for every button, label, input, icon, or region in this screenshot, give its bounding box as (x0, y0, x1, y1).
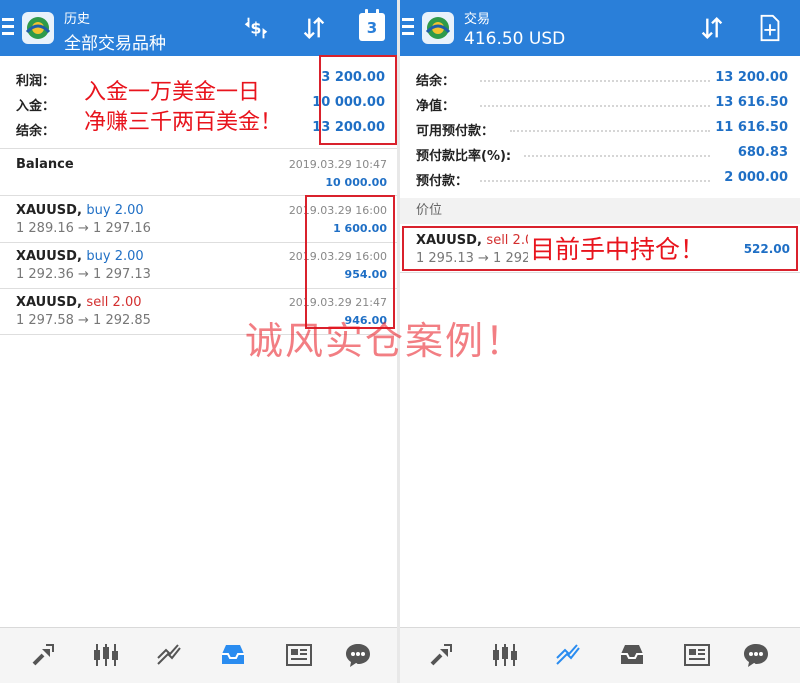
account-row: 预付款： 2 000.00 (400, 166, 800, 190)
account-row: 可用预付款： 11 616.50 (400, 116, 800, 140)
app-logo-icon (22, 12, 54, 44)
divider (400, 272, 800, 273)
dotted-leader (480, 180, 710, 182)
account-label: 净值： (416, 99, 456, 114)
annotation-text: 净赚三千两百美金！ (84, 110, 283, 135)
deal-symbol: XAUUSD, buy 2.00 (16, 249, 144, 264)
deal-prices: 1 297.58 → 1 292.85 (16, 313, 151, 328)
account-label: 可用预付款： (416, 124, 495, 139)
summary-label: 结余： (16, 124, 56, 139)
trade-icon[interactable] (154, 640, 184, 670)
account-value: 680.83 (737, 145, 788, 160)
menu-icon[interactable] (402, 18, 416, 36)
dotted-leader (480, 105, 710, 107)
sort-icon[interactable] (696, 12, 728, 44)
deal-prices: 1 289.16 → 1 297.16 (16, 221, 151, 236)
quotes-icon[interactable] (28, 640, 58, 670)
news-icon[interactable] (284, 640, 314, 670)
account-value: 11 616.50 (715, 120, 788, 135)
chart-icon[interactable] (490, 640, 520, 670)
dotted-leader (510, 130, 710, 132)
history-icon[interactable] (218, 640, 248, 670)
deal-time: 2019.03.29 10:47 (288, 158, 387, 171)
deal-amount: 10 000.00 (325, 176, 387, 189)
news-icon[interactable] (682, 640, 712, 670)
dotted-leader (480, 80, 710, 82)
highlight-box-summary (319, 55, 397, 145)
annotation-text: 入金一万美金一日 (84, 80, 261, 105)
annotation-text: 目前手中持仓！ (528, 230, 708, 266)
watermark-text: 诚风实仓案例！ (245, 319, 526, 363)
currency-exchange-icon[interactable]: $ (240, 12, 272, 44)
history-header: 历史 全部交易品种 $ 3 (0, 0, 397, 56)
header-title: 历史 (64, 12, 91, 27)
deal-side: sell 2.00 (86, 295, 142, 310)
divider (0, 148, 397, 149)
account-label: 结余： (416, 74, 456, 89)
account-row: 净值： 13 616.50 (400, 91, 800, 115)
quotes-icon[interactable] (426, 640, 456, 670)
menu-icon[interactable] (2, 18, 16, 36)
deal-symbol: XAUUSD, buy 2.00 (16, 203, 144, 218)
summary-label: 入金： (16, 99, 56, 114)
account-row: 预付款比率(%): 680.83 (400, 141, 800, 165)
history-icon[interactable] (617, 640, 647, 670)
trade-icon[interactable] (553, 640, 583, 670)
deal-prices: 1 292.36 → 1 297.13 (16, 267, 151, 282)
chart-icon[interactable] (91, 640, 121, 670)
summary-label: 利润： (16, 74, 56, 89)
account-label: 预付款比率(%): (416, 149, 512, 164)
deal-symbol: XAUUSD, sell 2.00 (16, 295, 142, 310)
account-row: 结余： 13 200.00 (400, 66, 800, 90)
header-title: 交易 (464, 12, 491, 27)
account-value: 13 616.50 (715, 95, 788, 110)
highlight-box-profits (305, 195, 395, 329)
balance-row[interactable]: Balance 2019.03.29 10:47 10 000.00 (0, 150, 397, 196)
account-value: 13 200.00 (715, 70, 788, 85)
account-value: 2 000.00 (724, 170, 788, 185)
sort-icon[interactable] (298, 12, 330, 44)
trade-header: 交易 416.50 USD (400, 0, 800, 56)
deal-symbol-name: XAUUSD, (16, 295, 82, 310)
bottom-nav (0, 627, 397, 683)
deal-symbol-name: XAUUSD, (16, 203, 82, 218)
svg-text:$: $ (250, 19, 261, 38)
account-label: 预付款： (416, 174, 469, 189)
bottom-nav (400, 627, 800, 683)
chat-icon[interactable] (741, 640, 771, 670)
new-order-icon[interactable] (754, 12, 786, 44)
calendar-icon[interactable]: 3 (359, 9, 385, 41)
app-logo-icon (422, 12, 454, 44)
balance-label: Balance (16, 157, 74, 172)
dotted-leader (524, 155, 710, 157)
header-subtitle: 416.50 USD (464, 29, 566, 49)
deal-symbol-name: XAUUSD, (16, 249, 82, 264)
header-subtitle[interactable]: 全部交易品种 (64, 29, 166, 54)
chat-icon[interactable] (343, 640, 373, 670)
deal-side: buy 2.00 (86, 203, 144, 218)
deal-side: buy 2.00 (86, 249, 144, 264)
section-header-positions: 价位 (400, 198, 800, 224)
